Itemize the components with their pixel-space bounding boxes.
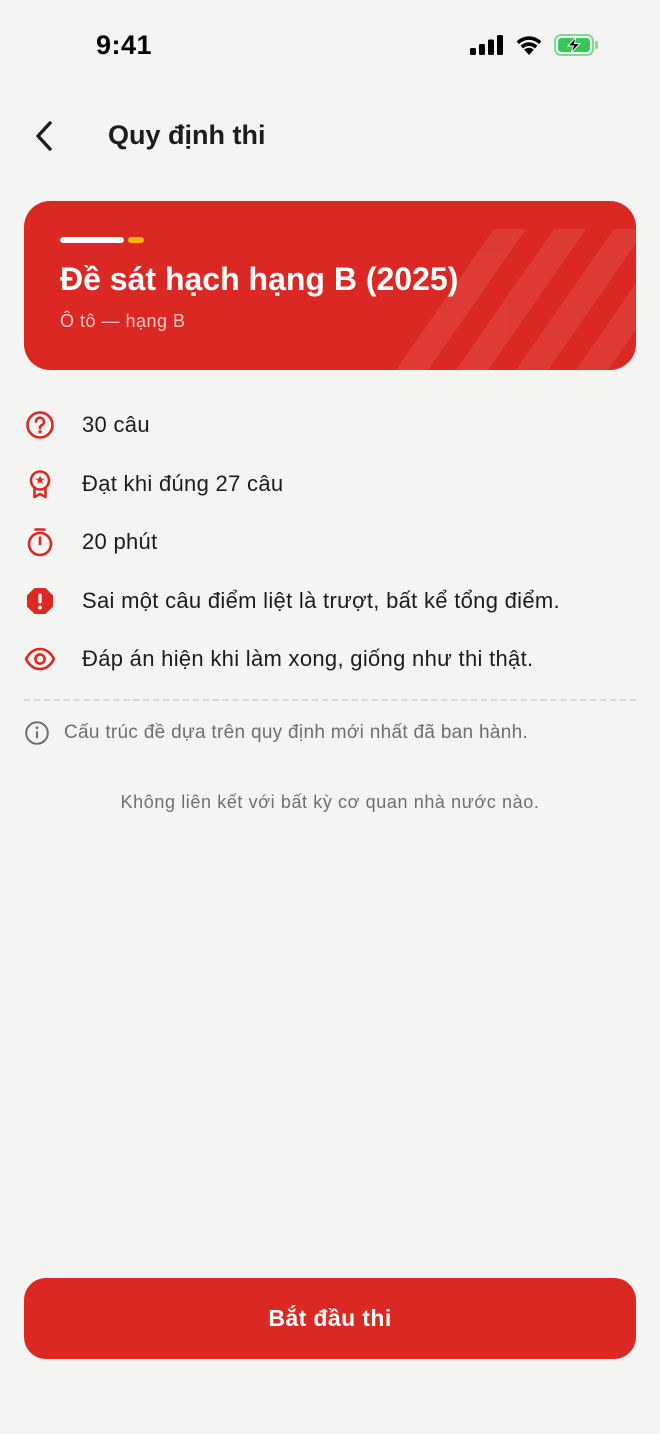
dashed-divider (24, 699, 636, 701)
exam-hero-card: Đề sát hạch hạng B (2025) Ô tô — hạng B (24, 201, 636, 370)
stopwatch-icon (24, 526, 56, 558)
alert-octagon-icon (24, 585, 56, 617)
info-circle-icon (25, 721, 49, 745)
start-exam-button[interactable]: Bắt đầu thi (24, 1278, 636, 1359)
rule-item-question-count: 30 câu (24, 396, 636, 455)
exam-subtitle: Ô tô — hạng B (60, 311, 186, 331)
info-note: Cấu trúc đề dựa trên quy định mới nhất đ… (24, 720, 528, 746)
rule-text: 20 phút (82, 529, 158, 555)
info-note-text: Cấu trúc đề dựa trên quy định mới nhất đ… (64, 722, 529, 743)
rule-item-answer-reveal: Đáp án hiện khi làm xong, giống như thi … (24, 630, 636, 689)
award-badge-icon (24, 468, 56, 500)
battery-charging-icon (554, 34, 598, 56)
rule-text: Đáp án hiện khi làm xong, giống như thi … (82, 646, 534, 672)
question-circle-icon (24, 409, 56, 441)
rule-item-duration: 20 phút (24, 513, 636, 572)
rule-text: 30 câu (82, 412, 150, 438)
hero-accent-bar (60, 237, 144, 243)
accent-bar-white (60, 237, 124, 243)
disclaimer-text: Không liên kết với bất kỳ cơ quan nhà nư… (120, 792, 540, 812)
back-button[interactable] (24, 114, 64, 158)
status-time: 9:41 (96, 30, 153, 60)
signal-icon (470, 35, 503, 55)
status-icons (470, 34, 600, 56)
page-title: Quy định thi (108, 120, 266, 150)
wifi-icon (516, 36, 542, 55)
rule-text: Đạt khi đúng 27 câu (82, 470, 284, 496)
rule-item-critical-question: Sai một câu điểm liệt là trượt, bất kể t… (24, 572, 636, 631)
header: Quy định thi (0, 104, 660, 168)
rule-item-pass-score: Đạt khi đúng 27 câu (24, 455, 636, 514)
exam-title: Đề sát hạch hạng B (2025) (60, 261, 459, 297)
accent-bar-yellow (128, 237, 144, 243)
status-bar: 9:41 (0, 0, 660, 96)
exam-rules-list: 30 câu Đạt khi đúng 27 câu 20 phút Sai m… (24, 396, 636, 689)
chevron-left-icon (36, 121, 52, 151)
eye-icon (24, 643, 56, 675)
rule-text: Sai một câu điểm liệt là trượt, bất kể t… (82, 587, 560, 613)
